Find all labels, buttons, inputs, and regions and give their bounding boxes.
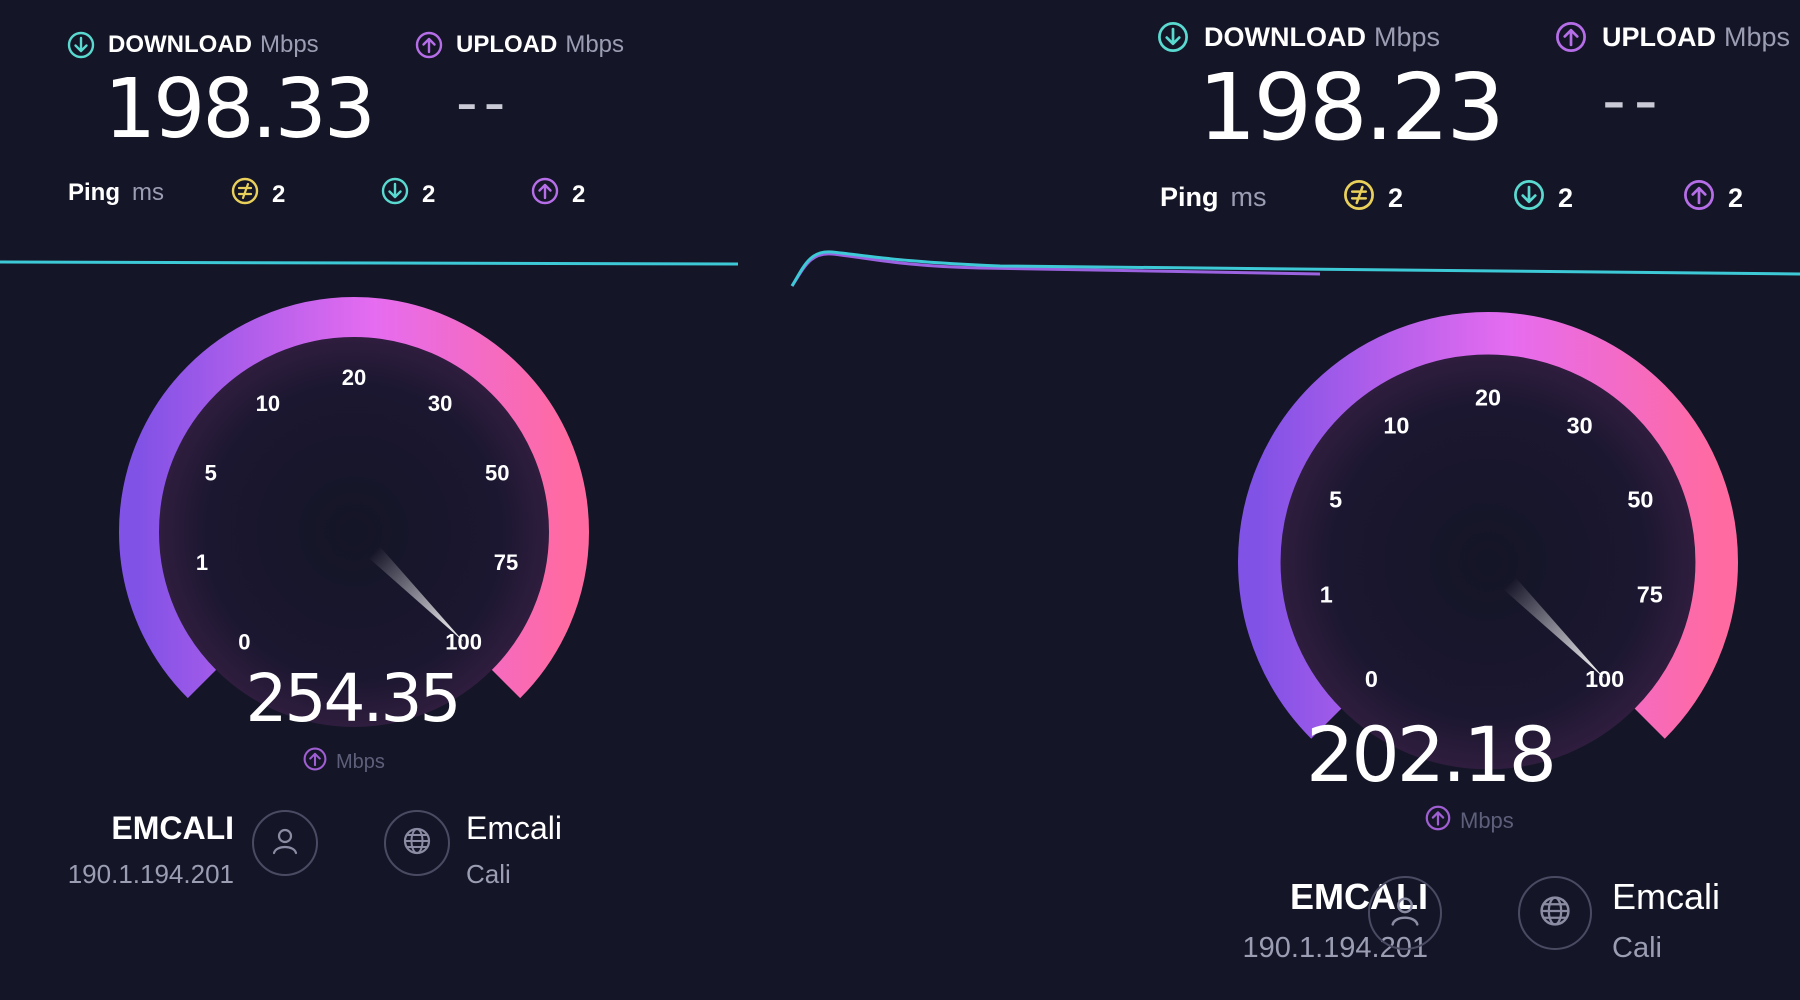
upload-value: -- (1602, 62, 1666, 139)
isp-info: EMCALI 190.1.194.201 (68, 810, 234, 890)
download-unit: Mbps (1373, 21, 1441, 52)
gauge-tick-label: 5 (1329, 486, 1342, 512)
speed-graph-line (790, 250, 1800, 287)
gauge-tick-label: 20 (342, 365, 366, 390)
ping-upload: 2 (530, 176, 585, 213)
ping-upload: 2 (1682, 178, 1743, 219)
gauge-face (1280, 354, 1696, 770)
gauge-tick-label: 75 (494, 550, 518, 575)
gauge-tick-label: 0 (1365, 666, 1378, 692)
gauge-tick-label: 100 (445, 630, 482, 655)
ping-download-icon (380, 176, 410, 213)
upload-arrow-icon (414, 30, 444, 60)
ping-label: Ping (68, 179, 120, 206)
gauge-tick-label: 30 (428, 391, 452, 416)
gauge-tick-label: 75 (1637, 582, 1663, 608)
ping-upload-icon (530, 176, 560, 213)
gauge-tick-label: 1 (1320, 582, 1333, 608)
ping-upload-value: 2 (572, 180, 586, 208)
download-label: DOWNLOAD (108, 31, 252, 58)
gauge-unit-label: Mbps (336, 750, 385, 773)
server-change-button[interactable] (1518, 876, 1592, 950)
upload-value: -- (456, 68, 512, 138)
user-icon (1386, 892, 1424, 935)
globe-icon (400, 824, 434, 863)
ping-upload-value: 2 (1728, 183, 1744, 213)
download-value: 198.33 (104, 62, 376, 157)
ping-idle-value: 2 (272, 180, 286, 208)
gauge-tick-label: 50 (485, 461, 509, 486)
ping-unit: ms (132, 179, 164, 206)
ping-row: Ping ms 2 2 2 (1160, 178, 1800, 216)
server-name: Emcali (1612, 876, 1721, 917)
gauge-speed-value: 202.18 (1306, 710, 1557, 799)
gauge-tick-label: 20 (1475, 385, 1501, 411)
isp-ip: 190.1.194.201 (67, 859, 234, 889)
globe-icon (1536, 892, 1574, 935)
ping-upload-icon (1682, 178, 1716, 219)
gauge-tick-label: 50 (1627, 486, 1653, 512)
user-icon (268, 824, 302, 863)
ping-download: 2 (1512, 178, 1573, 219)
ping-download: 2 (380, 176, 435, 213)
ping-unit: ms (1230, 181, 1267, 212)
speedtest-panel-right: DOWNLOAD Mbps 198.23 UPLOAD Mbps -- Ping… (780, 0, 1800, 1000)
ping-download-value: 2 (1558, 183, 1574, 213)
upload-metric: UPLOAD Mbps -- (1554, 20, 1790, 139)
ping-row: Ping ms 2 2 2 (68, 176, 708, 210)
gauge-tick-label: 1 (196, 550, 208, 575)
gauge-unit: Mbps (1424, 804, 1514, 838)
gauge-unit: Mbps (302, 746, 385, 778)
gauge-tick-label: 10 (256, 391, 280, 416)
isp-name: EMCALI (111, 810, 234, 846)
download-unit: Mbps (259, 31, 319, 58)
upload-arrow-icon (302, 746, 328, 778)
download-arrow-icon (66, 30, 96, 60)
upload-metric: UPLOAD Mbps -- (414, 30, 624, 138)
isp-user-button[interactable] (252, 810, 318, 876)
gauge-tick-label: 10 (1383, 412, 1409, 438)
gauge-tick-label: 0 (238, 630, 250, 655)
speed-graph-line (0, 260, 739, 266)
ping-idle: 2 (1342, 178, 1403, 219)
ping-download-value: 2 (422, 180, 436, 208)
isp-user-button[interactable] (1368, 876, 1442, 950)
gauge-speed-value: 254.35 (245, 660, 462, 737)
server-info: Emcali Cali (466, 810, 562, 890)
gauge-tick-label: 30 (1567, 412, 1593, 438)
server-location: Cali (466, 859, 511, 889)
server-name: Emcali (466, 810, 563, 846)
server-info: Emcali Cali (1612, 876, 1720, 965)
download-value: 198.23 (1198, 54, 1505, 161)
upload-arrow-icon (1424, 804, 1452, 838)
upload-arrow-icon (1554, 20, 1588, 54)
download-metric: DOWNLOAD Mbps 198.23 (1156, 20, 1505, 161)
ping-idle-icon (230, 176, 260, 213)
upload-unit: Mbps (1724, 21, 1791, 52)
speedtest-panel-left: DOWNLOAD Mbps 198.33 UPLOAD Mbps -- Ping… (0, 0, 740, 1000)
server-location: Cali (1612, 932, 1662, 964)
gauge-tick-label: 5 (205, 461, 217, 486)
ping-download-icon (1512, 178, 1546, 219)
ping-label: Ping (1160, 181, 1219, 212)
download-metric: DOWNLOAD Mbps 198.33 (66, 30, 376, 157)
gauge-unit-label: Mbps (1460, 808, 1514, 833)
server-change-button[interactable] (384, 810, 450, 876)
gauge-tick-label: 100 (1585, 666, 1624, 692)
upload-label: UPLOAD (456, 31, 558, 58)
ping-idle-value: 2 (1388, 183, 1404, 213)
ping-idle: 2 (230, 176, 285, 213)
upload-unit: Mbps (565, 31, 625, 58)
download-arrow-icon (1156, 20, 1190, 54)
upload-label: UPLOAD (1602, 21, 1716, 52)
ping-idle-icon (1342, 178, 1376, 219)
download-label: DOWNLOAD (1204, 21, 1366, 52)
